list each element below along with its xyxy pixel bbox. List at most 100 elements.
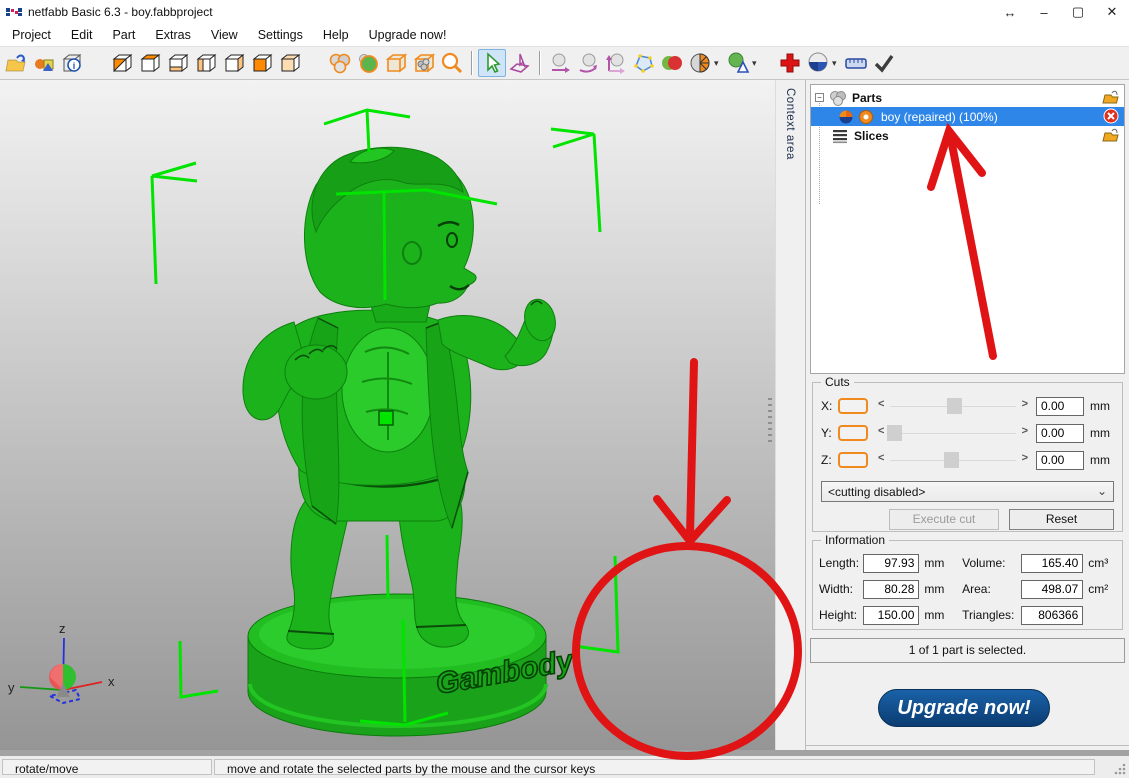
window-title: netfabb Basic 6.3 - boy.fabbproject: [28, 5, 213, 19]
close-icon[interactable]: ✕: [1095, 0, 1129, 24]
measure-tool-button[interactable]: [842, 49, 870, 77]
cut-y-value[interactable]: [1036, 424, 1084, 443]
blue-quarter-sphere-icon: [806, 51, 830, 75]
tree-row-parts[interactable]: − Parts: [811, 88, 1124, 107]
view-left-button[interactable]: [192, 49, 220, 77]
splitter-grip[interactable]: [768, 398, 772, 442]
rotate-tool-button[interactable]: [574, 49, 602, 77]
cutting-mode-select[interactable]: <cutting disabled> ⌄: [821, 481, 1114, 502]
boolean-tool-button[interactable]: [658, 49, 686, 77]
menu-help[interactable]: Help: [313, 26, 359, 44]
tree-row-slices[interactable]: Slices: [811, 126, 1124, 145]
scale-tool-button[interactable]: [602, 49, 630, 77]
execute-cut-button[interactable]: Execute cut: [889, 509, 999, 530]
slider-left-arrow[interactable]: <: [878, 452, 884, 464]
lasso-select-tool-button[interactable]: [506, 49, 534, 77]
slider-thumb[interactable]: [887, 425, 902, 441]
menu-edit[interactable]: Edit: [61, 26, 103, 44]
status-mode: rotate/move: [2, 759, 212, 775]
collapse-icon[interactable]: −: [815, 93, 824, 102]
load-part-folder-icon[interactable]: [1102, 89, 1120, 105]
menu-settings[interactable]: Settings: [248, 26, 313, 44]
menu-part[interactable]: Part: [102, 26, 145, 44]
area-unit: cm²: [1088, 582, 1116, 596]
cut-tool-button[interactable]: [686, 49, 714, 77]
menu-view[interactable]: View: [201, 26, 248, 44]
cut-row-z: Z: <> mm: [821, 449, 1114, 471]
slider-right-arrow[interactable]: >: [1022, 398, 1028, 410]
cut-y-toggle[interactable]: [838, 425, 868, 441]
repair-script-tool-button[interactable]: [724, 49, 752, 77]
mesh-edit-tool-button[interactable]: [630, 49, 658, 77]
view-bottom-button[interactable]: [164, 49, 192, 77]
slider-left-arrow[interactable]: <: [878, 425, 884, 437]
show-bounding-box-button[interactable]: [382, 49, 410, 77]
show-all-parts-button[interactable]: [326, 49, 354, 77]
area-label: Area:: [962, 582, 1021, 596]
view-front-icon: [250, 51, 274, 75]
menu-project[interactable]: Project: [2, 26, 61, 44]
view-back-button[interactable]: [276, 49, 304, 77]
slider-right-arrow[interactable]: >: [1022, 452, 1028, 464]
show-parts-in-box-button[interactable]: [410, 49, 438, 77]
title-bar: netfabb Basic 6.3 - boy.fabbproject ↔ – …: [0, 0, 1129, 24]
zoom-button[interactable]: [438, 49, 466, 77]
menu-upgrade-now[interactable]: Upgrade now!: [359, 26, 457, 44]
view-top-button[interactable]: [136, 49, 164, 77]
cut-z-value[interactable]: [1036, 451, 1084, 470]
slices-icon: [831, 128, 849, 144]
cut-x-value[interactable]: [1036, 397, 1084, 416]
width-unit: mm: [924, 582, 952, 596]
repair-script-dropdown[interactable]: ▾: [752, 58, 762, 69]
part-icon: [837, 109, 855, 125]
upgrade-now-button[interactable]: Upgrade now!: [878, 689, 1050, 727]
load-slice-folder-icon[interactable]: [1102, 127, 1120, 143]
view-right-button[interactable]: [220, 49, 248, 77]
upgrade-area: Upgrade now!: [806, 666, 1129, 746]
length-unit: mm: [924, 556, 952, 570]
remove-part-icon[interactable]: [1102, 108, 1120, 124]
view-front-button[interactable]: [248, 49, 276, 77]
resize-icon[interactable]: ↔: [993, 0, 1027, 24]
view-isometric-button[interactable]: [108, 49, 136, 77]
height-value: [863, 606, 919, 625]
view-left-icon: [194, 51, 218, 75]
toolbar-separator: [539, 51, 541, 75]
show-selected-part-button[interactable]: [354, 49, 382, 77]
parts-group-icon: [829, 90, 847, 106]
maximize-icon[interactable]: ▢: [1061, 0, 1095, 24]
slider-thumb[interactable]: [944, 452, 959, 468]
menu-extras[interactable]: Extras: [145, 26, 200, 44]
netfabb-logo-icon: [6, 5, 22, 19]
cut-x-toggle[interactable]: [838, 398, 868, 414]
cut-tool-dropdown[interactable]: ▾: [714, 58, 724, 69]
cursor-arrow-icon: [480, 51, 504, 75]
new-repair-button[interactable]: [776, 49, 804, 77]
add-part-button[interactable]: [30, 49, 58, 77]
part-information-button[interactable]: i: [58, 49, 86, 77]
cut-y-unit: mm: [1090, 426, 1114, 440]
cut-x-slider[interactable]: <>: [876, 397, 1030, 415]
slider-left-arrow[interactable]: <: [878, 398, 884, 410]
cut-y-slider[interactable]: <>: [876, 424, 1030, 442]
reset-button[interactable]: Reset: [1009, 509, 1114, 530]
select-tool-button[interactable]: [478, 49, 506, 77]
cut-z-slider[interactable]: <>: [876, 451, 1030, 469]
open-project-button[interactable]: [2, 49, 30, 77]
part-repair-button[interactable]: [804, 49, 832, 77]
cut-z-toggle[interactable]: [838, 452, 868, 468]
move-tool-button[interactable]: [546, 49, 574, 77]
part-repair-dropdown[interactable]: ▾: [832, 58, 842, 69]
slider-thumb[interactable]: [947, 398, 962, 414]
slider-right-arrow[interactable]: >: [1022, 425, 1028, 437]
resize-grip-icon[interactable]: [1113, 762, 1127, 776]
slices-label: Slices: [854, 129, 889, 143]
minimize-icon[interactable]: –: [1027, 0, 1061, 24]
status-bar: rotate/move move and rotate the selected…: [0, 750, 1129, 778]
box-with-parts-icon: [412, 51, 436, 75]
red-cross-icon: [778, 51, 802, 75]
toolbar: i ▾ ▾ ▾: [0, 46, 1129, 80]
apply-repair-button[interactable]: [870, 49, 898, 77]
viewport-3d[interactable]: Gambody: [0, 80, 775, 750]
tree-row-boy-part[interactable]: boy (repaired) (100%): [811, 107, 1124, 126]
